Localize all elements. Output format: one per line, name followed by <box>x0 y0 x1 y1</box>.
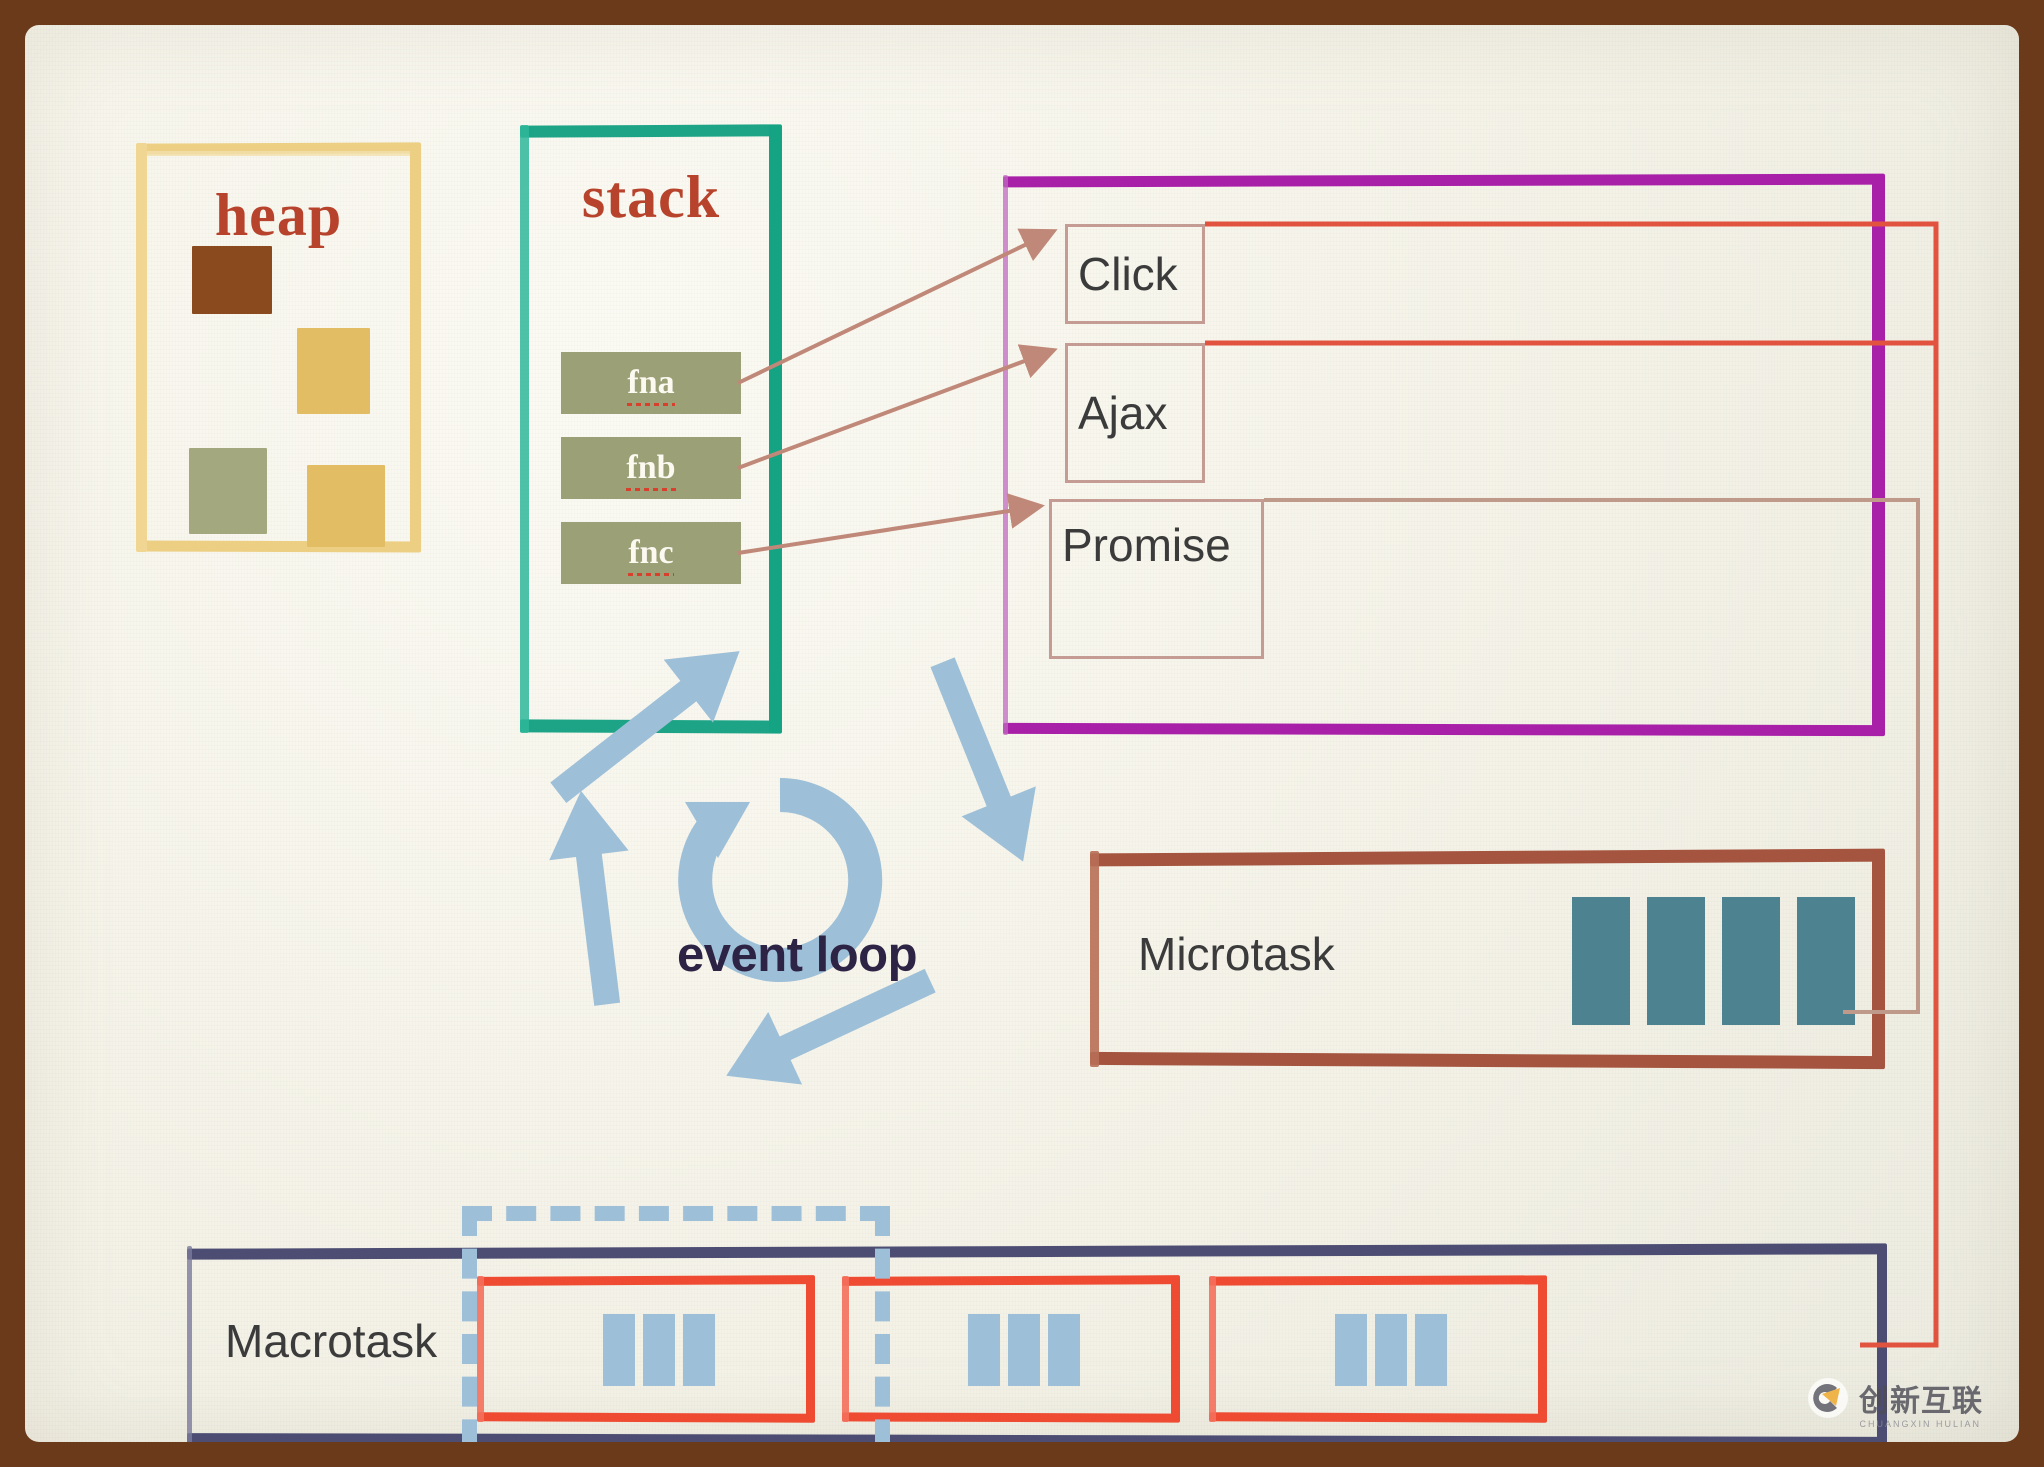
heap-box: heap <box>135 142 422 553</box>
macrotask-bar <box>1335 1314 1367 1386</box>
heap-block <box>307 465 385 547</box>
web-api-node-click[interactable]: Click <box>1065 224 1205 324</box>
stack-frame: fnb <box>561 437 741 499</box>
heap-block <box>192 246 272 314</box>
macrotask-bar <box>968 1314 1000 1386</box>
connector-fnc-to-promise <box>737 493 1045 555</box>
heap-title: heap <box>214 182 343 248</box>
macrotask-bar <box>1048 1314 1080 1386</box>
microtask-box: Microtask <box>1089 848 1886 1070</box>
heap-block <box>297 328 370 414</box>
microtask-bar <box>1647 897 1705 1025</box>
diagram-canvas: heap stack fna fnb fnc Click Ajax Promis… <box>0 0 2044 1467</box>
stack-frame: fnc <box>561 522 741 584</box>
watermark: 创新互联 CHUANGXIN HULIAN <box>1806 1376 1983 1429</box>
microtask-bar <box>1797 897 1855 1025</box>
heap-block <box>189 448 267 534</box>
stack-title: stack <box>581 164 721 230</box>
paper-surface: heap stack fna fnb fnc Click Ajax Promis… <box>25 25 2019 1442</box>
web-api-label: Ajax <box>1078 387 1168 439</box>
stack-frame-label: fnb <box>626 449 676 491</box>
web-api-label: Promise <box>1062 519 1231 571</box>
macrotask-bar <box>1375 1314 1407 1386</box>
macrotask-selection-highlight <box>462 1206 890 1442</box>
stack-frame-label: fna <box>627 364 675 406</box>
watermark-text: 创新互联 <box>1859 1385 1983 1418</box>
microtask-bar <box>1572 897 1630 1025</box>
watermark-subtext: CHUANGXIN HULIAN <box>1859 1419 1981 1429</box>
web-api-node-ajax[interactable]: Ajax <box>1065 343 1205 483</box>
stack-box: stack fna fnb fnc <box>519 124 783 734</box>
macrotask-bar <box>1415 1314 1447 1386</box>
macrotask-bar <box>1008 1314 1040 1386</box>
microtask-bar <box>1722 897 1780 1025</box>
web-api-label: Click <box>1078 248 1178 300</box>
microtask-label: Microtask <box>1138 928 1335 980</box>
stack-frame-label: fnc <box>628 534 674 576</box>
macrotask-card[interactable] <box>841 1275 1181 1423</box>
stack-frame: fna <box>561 352 741 414</box>
brand-logo-icon <box>1808 1378 1848 1418</box>
event-loop-label: event loop <box>677 928 918 982</box>
web-apis-box: Click Ajax Promise <box>1002 173 1886 737</box>
event-loop-arrow-up <box>549 790 629 1006</box>
macrotask-card[interactable] <box>1208 1275 1548 1423</box>
macrotask-label: Macrotask <box>225 1315 438 1367</box>
web-api-node-promise[interactable]: Promise <box>1049 499 1264 659</box>
macrotask-box: Macrotask <box>186 1243 1888 1442</box>
